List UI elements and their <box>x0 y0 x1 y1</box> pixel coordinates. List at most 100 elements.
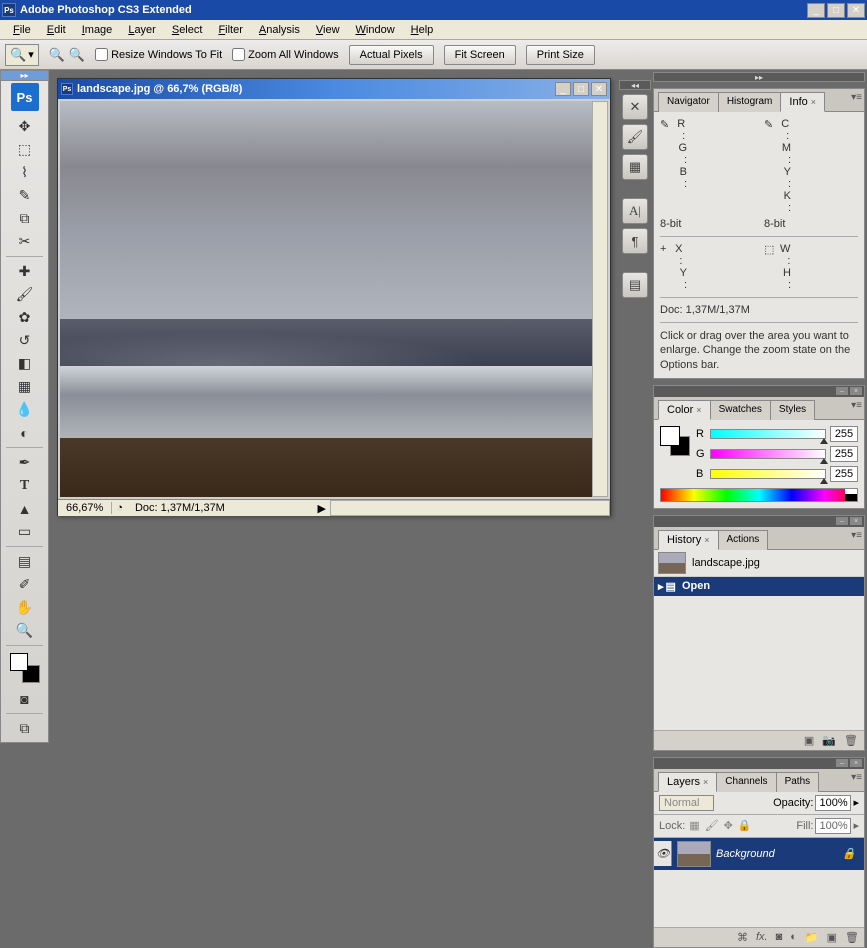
opacity-input[interactable]: 100% <box>815 795 851 811</box>
brush-tool[interactable]: 🖌 <box>13 284 37 305</box>
tab-actions[interactable]: Actions <box>718 530 769 550</box>
dock-brushes-icon[interactable]: 🖌 <box>622 124 648 150</box>
blur-tool[interactable]: 💧 <box>13 399 37 420</box>
ps-logo[interactable]: Ps <box>11 83 39 111</box>
layer-row-background[interactable]: 👁 Background 🔒 <box>654 838 864 870</box>
new-layer-icon[interactable]: ▣ <box>827 931 837 944</box>
tool-preset-picker[interactable]: 🔍▾ <box>5 44 39 66</box>
new-doc-from-state-icon[interactable]: ▣ <box>804 734 814 747</box>
dodge-tool[interactable]: ◐ <box>13 422 37 443</box>
clone-stamp-tool[interactable]: ✿ <box>13 307 37 328</box>
zoom-in-icon[interactable]: 🔍 <box>49 47 65 63</box>
menu-image[interactable]: Image <box>74 22 121 38</box>
dock-paragraph-icon[interactable]: ¶ <box>622 228 648 254</box>
menu-file[interactable]: File <box>5 22 39 38</box>
gradient-tool[interactable]: ▦ <box>13 376 37 397</box>
green-slider[interactable] <box>710 449 826 459</box>
lock-position-icon[interactable]: ✥ <box>724 819 733 832</box>
history-brush-tool[interactable]: ↺ <box>13 330 37 351</box>
tab-history[interactable]: History× <box>658 530 719 550</box>
panel-minimize-icon[interactable]: – <box>836 517 848 525</box>
history-snapshot[interactable]: landscape.jpg <box>654 550 864 577</box>
tab-layers[interactable]: Layers× <box>658 772 717 792</box>
healing-brush-tool[interactable]: ✚ <box>13 261 37 282</box>
zoom-out-icon[interactable]: 🔍 <box>69 47 85 63</box>
panel-close-icon[interactable]: × <box>850 759 862 767</box>
dock-character-icon[interactable]: A| <box>622 198 648 224</box>
tab-color[interactable]: Color× <box>658 400 711 420</box>
crop-tool[interactable]: ⧉ <box>13 208 37 229</box>
menu-select[interactable]: Select <box>164 22 211 38</box>
link-layers-icon[interactable]: ⌘ <box>737 931 748 944</box>
minimize-button[interactable]: _ <box>807 3 825 18</box>
tab-swatches[interactable]: Swatches <box>710 400 771 420</box>
slice-tool[interactable]: ✂ <box>13 231 37 252</box>
pen-tool[interactable]: ✒ <box>13 452 37 473</box>
tab-paths[interactable]: Paths <box>776 772 820 792</box>
layer-mask-icon[interactable]: ◙ <box>776 931 783 944</box>
menu-window[interactable]: Window <box>348 22 403 38</box>
eyedropper-tool[interactable]: ✐ <box>13 574 37 595</box>
close-button[interactable]: ✕ <box>847 3 865 18</box>
notes-tool[interactable]: ▤ <box>13 551 37 572</box>
doc-close-button[interactable]: ✕ <box>591 82 607 96</box>
type-tool[interactable]: T <box>13 475 37 496</box>
blend-mode-select[interactable]: Normal <box>659 795 714 811</box>
fill-input[interactable]: 100% <box>815 818 851 834</box>
lock-transparency-icon[interactable]: ▦ <box>689 819 699 832</box>
zoom-level[interactable]: 66,67% <box>58 502 112 514</box>
document-titlebar[interactable]: Ps landscape.jpg @ 66,7% (RGB/8) _ □ ✕ <box>58 79 610 99</box>
dock-clone-source-icon[interactable]: ▦ <box>622 154 648 180</box>
fit-screen-button[interactable]: Fit Screen <box>444 45 516 65</box>
layer-style-icon[interactable]: fx. <box>756 931 768 944</box>
history-step-open[interactable]: ▸▤ Open <box>654 577 864 596</box>
menu-filter[interactable]: Filter <box>210 22 250 38</box>
lock-all-icon[interactable]: 🔒 <box>738 819 752 832</box>
delete-state-icon[interactable]: 🗑 <box>844 734 858 747</box>
resize-windows-checkbox[interactable]: Resize Windows To Fit <box>95 48 222 61</box>
panel-close-icon[interactable]: × <box>850 517 862 525</box>
doc-maximize-button[interactable]: □ <box>573 82 589 96</box>
document-canvas[interactable] <box>58 99 610 499</box>
maximize-button[interactable]: □ <box>827 3 845 18</box>
layer-thumbnail[interactable] <box>677 841 711 867</box>
panel-close-icon[interactable]: × <box>850 387 862 395</box>
panel-menu-icon[interactable]: ▾≡ <box>851 400 862 411</box>
print-size-button[interactable]: Print Size <box>526 45 595 65</box>
layer-name[interactable]: Background <box>716 848 775 860</box>
lock-paint-icon[interactable]: 🖌 <box>705 819 719 832</box>
dock-collapse-tab[interactable]: ◂◂ <box>619 80 651 90</box>
eraser-tool[interactable]: ◧ <box>13 353 37 374</box>
panel-collapse-tab[interactable]: ▸▸ <box>653 72 865 82</box>
quick-select-tool[interactable]: ✎ <box>13 185 37 206</box>
color-swatches[interactable] <box>10 653 40 683</box>
hand-tool[interactable]: ✋ <box>13 597 37 618</box>
panel-menu-icon[interactable]: ▾≡ <box>851 772 862 783</box>
zoom-all-checkbox[interactable]: Zoom All Windows <box>232 48 338 61</box>
status-icon[interactable]: ◔ <box>112 502 127 514</box>
menu-edit[interactable]: Edit <box>39 22 74 38</box>
menu-analysis[interactable]: Analysis <box>251 22 308 38</box>
marquee-tool[interactable]: ⬚ <box>13 139 37 160</box>
dock-tool-presets-icon[interactable]: ✕ <box>622 94 648 120</box>
adjustment-layer-icon[interactable]: ◐ <box>790 931 797 944</box>
fill-slider-arrow[interactable]: ▸ <box>853 819 859 832</box>
move-tool[interactable]: ✥ <box>13 116 37 137</box>
menu-layer[interactable]: Layer <box>120 22 164 38</box>
shape-tool[interactable]: ▭ <box>13 521 37 542</box>
menu-view[interactable]: View <box>308 22 348 38</box>
close-icon[interactable]: × <box>696 405 701 415</box>
panel-menu-icon[interactable]: ▾≡ <box>851 92 862 103</box>
blue-value[interactable]: 255 <box>830 466 858 482</box>
green-value[interactable]: 255 <box>830 446 858 462</box>
panel-menu-icon[interactable]: ▾≡ <box>851 530 862 541</box>
tab-histogram[interactable]: Histogram <box>718 92 782 112</box>
doc-minimize-button[interactable]: _ <box>555 82 571 96</box>
new-snapshot-icon[interactable]: 📷 <box>822 734 836 747</box>
vertical-scrollbar[interactable] <box>592 101 608 497</box>
tab-navigator[interactable]: Navigator <box>658 92 719 112</box>
foreground-color[interactable] <box>10 653 28 671</box>
tab-styles[interactable]: Styles <box>770 400 815 420</box>
color-spectrum[interactable] <box>660 488 858 502</box>
panel-minimize-icon[interactable]: – <box>836 387 848 395</box>
